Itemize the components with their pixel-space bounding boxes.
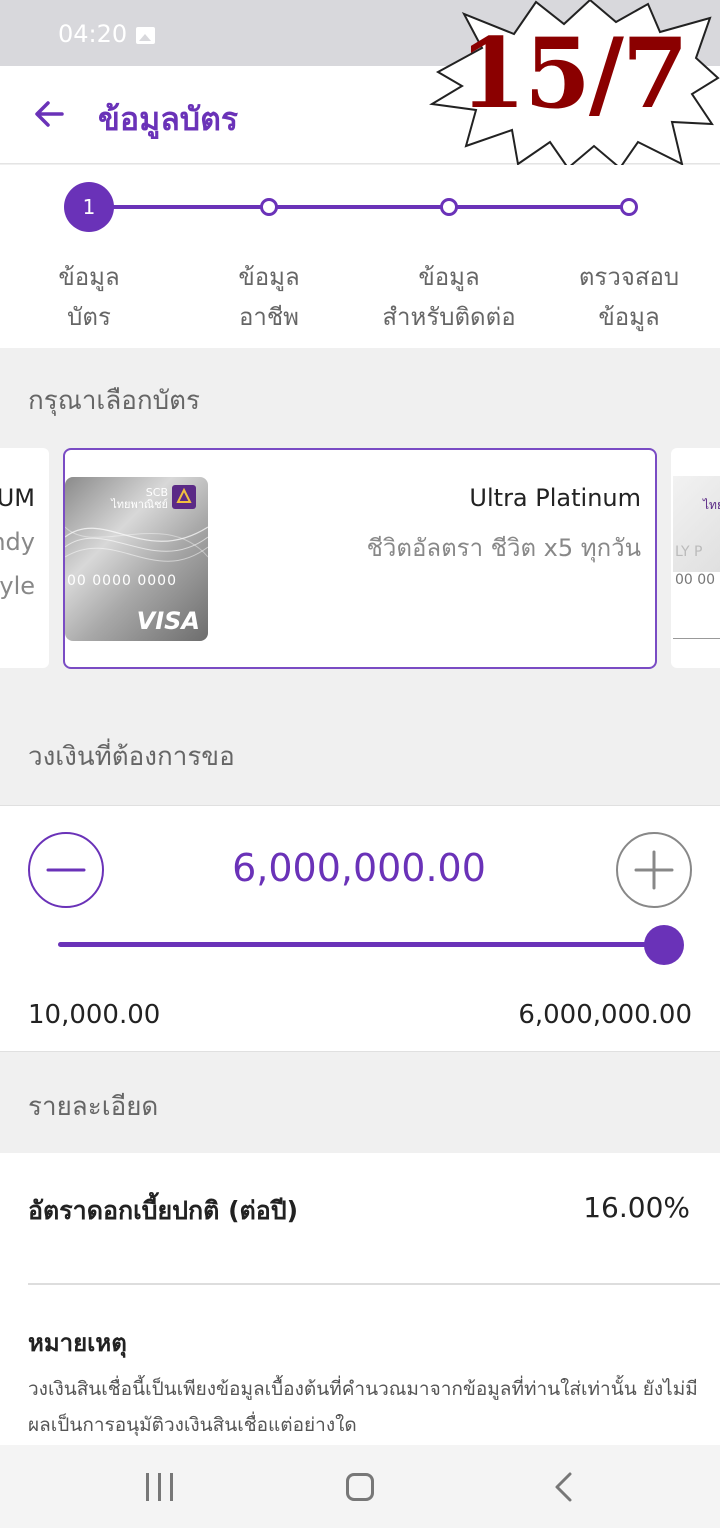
home-icon[interactable] (346, 1473, 374, 1501)
step-1-label-line1: ข้อมูล (58, 263, 120, 291)
step-1-label: ข้อมูล บัตร (4, 257, 174, 337)
step-4-label-line2: ข้อมูล (598, 303, 660, 331)
system-nav-bar (0, 1445, 720, 1528)
card-image: SCB ไทยพาณิชย์ 00 0000 0000 VISA (65, 477, 208, 641)
increase-amount-button[interactable] (616, 832, 692, 908)
visa-logo: VISA (136, 607, 200, 635)
step-4-label: ตรวจสอบ ข้อมูล (544, 257, 714, 337)
scb-logo-icon (172, 485, 196, 509)
card-brand-sub-text: ไทยพาณิชย์ (111, 498, 168, 511)
note-text: วงเงินสินเชื่อนี้เป็นเพียงข้อมูลเบื้องต้… (28, 1378, 698, 1436)
amount-section-heading: วงเงินที่ต้องการขอ (28, 742, 235, 772)
recent-apps-icon[interactable] (146, 1473, 174, 1501)
step-2-label-line2: อาชีพ (239, 303, 299, 331)
card-tagline: ชีวิตอัลตรา ชีวิต x5 ทุกวัน (366, 534, 641, 562)
next-card-fragment: LY P (675, 544, 703, 560)
stepper-line (112, 205, 632, 209)
next-card-divider (673, 638, 720, 639)
card-option-selected[interactable]: SCB ไทยพาณิชย์ 00 0000 0000 VISA Ultra P… (63, 448, 657, 669)
card-option-next[interactable]: ไทย LY P 00 00 (671, 448, 720, 668)
back-icon[interactable] (550, 1471, 578, 1503)
next-card-fragment: ไทย (703, 498, 720, 512)
amount-max-label: 6,000,000.00 (518, 1000, 692, 1030)
arrow-left-icon (35, 101, 64, 127)
plus-circle-icon (634, 850, 674, 890)
step-2-label: ข้อมูล อาชีพ (184, 257, 354, 337)
page-title: ข้อมูลบัตร (98, 100, 239, 138)
sticker-text: 15/7 (459, 17, 688, 130)
card-number: 00 0000 0000 (67, 573, 177, 589)
amount-slider-track[interactable] (58, 942, 664, 947)
card-name: Ultra Platinum (469, 484, 641, 512)
step-3-label-line2: สำหรับติดต่อ (382, 303, 516, 331)
prev-card-fragment: UM (0, 484, 35, 512)
step-3-indicator (440, 198, 458, 216)
amount-slider-thumb[interactable] (644, 925, 684, 965)
step-1-indicator: 1 (64, 182, 114, 232)
step-1-label-line2: บัตร (67, 303, 111, 331)
amount-min-label: 10,000.00 (28, 1000, 161, 1030)
step-2-label-line1: ข้อมูล (238, 263, 300, 291)
image-icon (136, 27, 155, 44)
note-title: หมายเหตุ (28, 1329, 127, 1357)
step-3-label: ข้อมูล สำหรับติดต่อ (364, 257, 534, 337)
status-time: 04:20 (58, 20, 128, 48)
card-brand: SCB ไทยพาณิชย์ (111, 487, 168, 511)
step-4-indicator (620, 198, 638, 216)
step-4-label-line1: ตรวจสอบ (578, 263, 680, 291)
divider (28, 1283, 720, 1285)
prev-card-fragment: tyle (0, 572, 35, 600)
amount-value: 6,000,000.00 (232, 846, 486, 890)
interest-rate-value: 16.00% (583, 1191, 690, 1224)
next-card-fragment: 00 00 (675, 572, 716, 588)
decrease-amount-button[interactable] (28, 832, 104, 908)
step-3-label-line1: ข้อมูล (418, 263, 480, 291)
step-2-indicator (260, 198, 278, 216)
prev-card-fragment: ndy (0, 528, 35, 556)
interest-rate-label: อัตราดอกเบี้ยปกติ (ต่อปี) (28, 1196, 299, 1225)
details-panel: อัตราดอกเบี้ยปกติ (ต่อปี) 16.00% หมายเหต… (0, 1153, 720, 1445)
back-button[interactable] (28, 92, 72, 136)
details-section-heading: รายละเอียด (28, 1092, 159, 1122)
card-option-previous[interactable]: UM ndy tyle (0, 448, 49, 668)
card-section-heading: กรุณาเลือกบัตร (28, 386, 200, 416)
amount-panel: 6,000,000.00 10,000.00 6,000,000.00 (0, 805, 720, 1052)
minus-circle-icon (46, 868, 86, 872)
progress-stepper: 1 ข้อมูล บัตร ข้อมูล อาชีพ ข้อมูล สำหรับ… (0, 165, 720, 348)
